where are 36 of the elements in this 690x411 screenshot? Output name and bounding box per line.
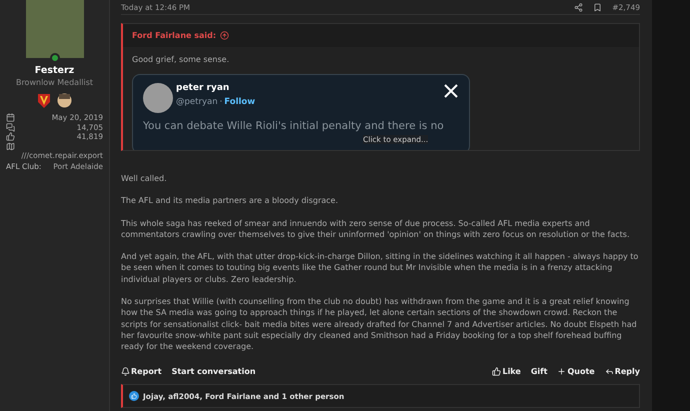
- tweet-author: peter ryan: [176, 83, 230, 93]
- action-link[interactable]: Report: [121, 367, 162, 376]
- post-paragraph: No surprises that Willie (with counselling from the club no doubt) has withdrawn from the game and it is a great relief knowing how the SA media was going to approach things if he played, let alone certain sections of the showdown crowd. Reckon the scripts for sensationalist click- bait media bites were already drafted for Channel 7 and Advertiser articles. No doubt Elspeth had her favourite snow-white pant suit especially dry cleaned and Smithson had a Friday booking for a top shelf forehead buffing ready for the weekend coverage.: [121, 296, 638, 353]
- reply-icon: [604, 367, 614, 376]
- circle-arrow-up-icon: [220, 31, 230, 40]
- map-icon: [6, 142, 15, 151]
- tweet-text: You can debate Wille Rioli's initial penalty and there is no: [143, 119, 444, 133]
- action-link[interactable]: Quote: [557, 367, 595, 376]
- avatar-placeholder: [143, 83, 173, 113]
- share-icon[interactable]: [574, 2, 584, 12]
- calendar-icon: [6, 113, 15, 122]
- post-paragraph: Well called.: [121, 173, 168, 184]
- post-paragraph: This whole saga has reeked of smear and innuendo with zero sense of due process. So-called AFL media experts and commentators crawling over themselves to give their uninformed 'opinion' on things with zero focus on resolution or the facts.: [121, 218, 630, 240]
- post-paragraph: And yet again, the AFL, with that utter drop-kick-in-charge Dillon, sitting in the sidelines watching it all happen - always happy to be seen when it comes to touting big events like the Gather round but Mr Invisible when the media is in a frenzy attacking individual players or clubs. Zero leadership.: [121, 251, 640, 286]
- action-link[interactable]: Gift: [530, 367, 548, 376]
- action-link[interactable]: Reply: [604, 367, 640, 376]
- action-link[interactable]: Start conversation: [172, 367, 256, 376]
- bookmark-icon[interactable]: [593, 2, 602, 12]
- thumbs-up-icon: [492, 367, 502, 376]
- like-reaction-icon: [129, 391, 139, 401]
- action-link[interactable]: Like: [492, 367, 521, 376]
- separator: ·: [220, 97, 222, 107]
- plus-icon: [557, 367, 566, 376]
- username[interactable]: Festerz: [34, 65, 74, 76]
- shield-badge-icon: [37, 93, 51, 109]
- bell-icon: [121, 367, 130, 376]
- tweet-handle: @petryan: [176, 97, 218, 107]
- cartoon-badge-icon: [57, 93, 72, 108]
- thumbs-up-icon: [6, 132, 15, 142]
- post-paragraph: The AFL and its media partners are a bloody disgrace.: [121, 195, 339, 207]
- quote-text: Good grief, some sense.: [131, 54, 230, 64]
- quote-header[interactable]: Ford Fairlane said:: [123, 24, 639, 47]
- user-title: Brownlow Medallist: [16, 78, 94, 87]
- messages-icon: [6, 122, 15, 132]
- x-logo-icon[interactable]: [443, 83, 459, 99]
- follow-link[interactable]: Follow: [224, 97, 256, 107]
